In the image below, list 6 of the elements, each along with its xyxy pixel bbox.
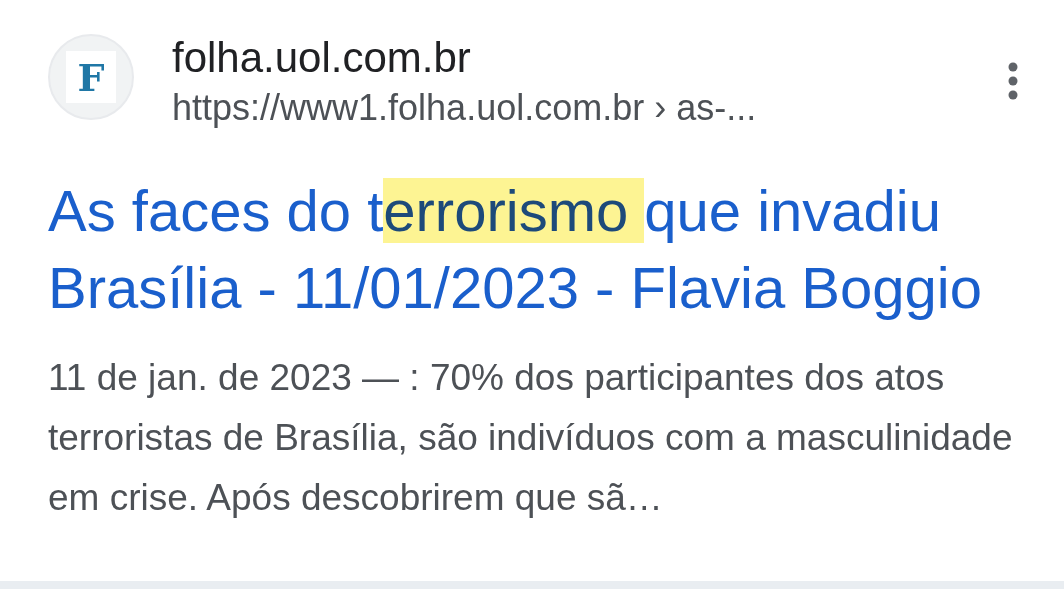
result-url: https://www1.folha.uol.com.br › as-... — [172, 86, 758, 130]
site-name: folha.uol.com.br — [172, 34, 472, 82]
more-options-icon[interactable] — [1008, 62, 1018, 100]
result-snippet: 11 de jan. de 2023 — : 70% dos participantes dos atos terroristas de Brasília, são indivíduos com a masculinidade em crise. Após descobrirem que sã… — [48, 356, 1014, 520]
result-title-link[interactable]: As faces do terrorismo que invadiu Brasília - 11/01/2023 - Flavia Boggio — [48, 172, 1048, 326]
favicon: F — [48, 34, 134, 120]
